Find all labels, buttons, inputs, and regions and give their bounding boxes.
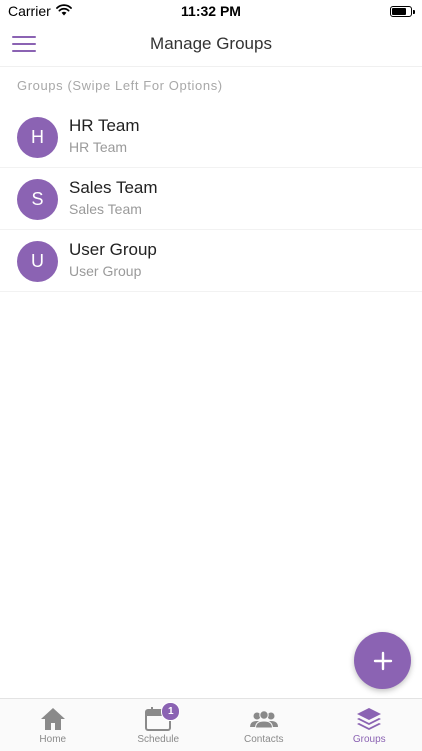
avatar: S [17, 179, 58, 220]
add-group-button[interactable] [354, 632, 411, 689]
wifi-icon [56, 3, 72, 19]
contacts-icon [249, 706, 279, 732]
group-subtitle: Sales Team [69, 201, 142, 217]
tab-groups[interactable]: Groups [317, 699, 422, 751]
group-subtitle: User Group [69, 263, 141, 279]
home-icon [39, 706, 67, 732]
group-name: HR Team [69, 116, 140, 136]
avatar: U [17, 241, 58, 282]
page-title: Manage Groups [0, 34, 422, 54]
layers-icon [355, 706, 383, 732]
tab-label: Contacts [244, 734, 283, 745]
avatar: H [17, 117, 58, 158]
group-row[interactable]: U User Group User Group [0, 230, 422, 292]
battery-icon [390, 6, 412, 17]
group-name: Sales Team [69, 178, 158, 198]
tab-schedule[interactable]: 1 Schedule [106, 699, 212, 751]
notification-badge: 1 [161, 702, 180, 721]
plus-icon [373, 651, 393, 671]
group-name: User Group [69, 240, 157, 260]
group-list: H HR Team HR Team S Sales Team Sales Tea… [0, 106, 422, 292]
carrier-label: Carrier [8, 3, 51, 19]
tab-contacts[interactable]: Contacts [211, 699, 317, 751]
group-row[interactable]: S Sales Team Sales Team [0, 168, 422, 230]
status-bar: Carrier 11:32 PM [0, 0, 422, 22]
tab-label: Home [39, 734, 66, 745]
tab-label: Schedule [137, 734, 179, 745]
group-row[interactable]: H HR Team HR Team [0, 106, 422, 168]
nav-bar: Manage Groups [0, 22, 422, 67]
group-subtitle: HR Team [69, 139, 127, 155]
section-header: Groups (Swipe Left For Options) [17, 78, 223, 93]
tab-home[interactable]: Home [0, 699, 106, 751]
tab-bar: Home 1 Schedule Contacts [0, 698, 422, 751]
tab-label: Groups [353, 734, 386, 745]
